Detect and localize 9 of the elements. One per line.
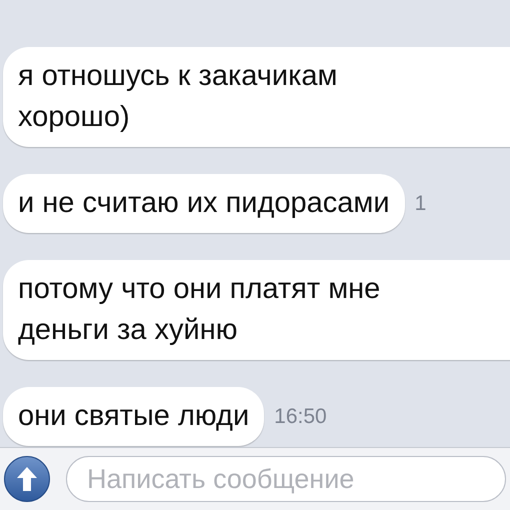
message-bubble: я отношусь к закачикам хорошо)	[3, 47, 510, 147]
message-bubble: потому что они платят мне деньги за хуйню	[3, 260, 510, 360]
message-field[interactable]: Написать сообщение	[66, 456, 506, 502]
send-button[interactable]	[4, 456, 50, 502]
message-time: 1	[414, 190, 426, 217]
message-time: 16:50	[274, 404, 327, 430]
message-bubble: они святые люди	[3, 387, 264, 446]
arrow-up-icon	[16, 466, 38, 492]
message-bubble: и не считаю их пидорасами	[3, 174, 405, 233]
